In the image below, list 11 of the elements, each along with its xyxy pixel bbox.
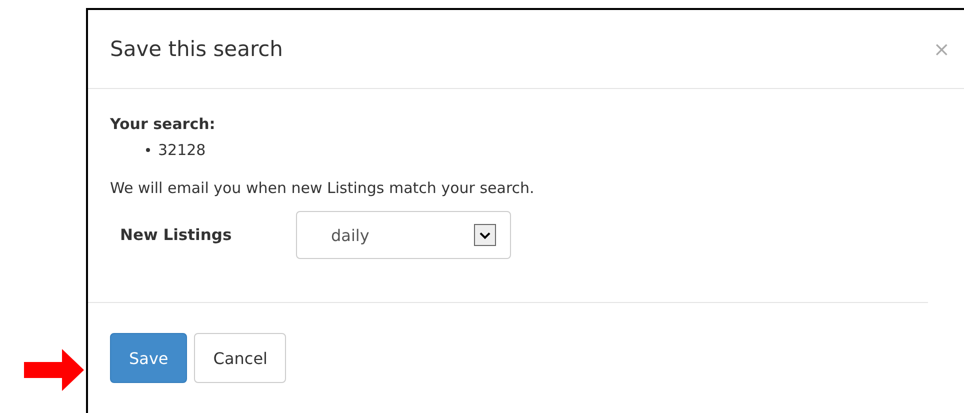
dialog-title: Save this search [110, 37, 283, 62]
search-term: 32128 [158, 141, 206, 160]
chevron-icon [474, 224, 496, 246]
save-button[interactable]: Save [110, 333, 188, 383]
bullet-icon [146, 148, 150, 152]
arrow-icon [24, 349, 84, 391]
cancel-button[interactable]: Cancel [194, 333, 286, 383]
frequency-select[interactable]: daily [296, 211, 511, 260]
frequency-label: New Listings [120, 226, 233, 244]
search-label: Your search: [110, 115, 216, 134]
notice-text: We will email you when new Listings match your search. [110, 179, 536, 198]
